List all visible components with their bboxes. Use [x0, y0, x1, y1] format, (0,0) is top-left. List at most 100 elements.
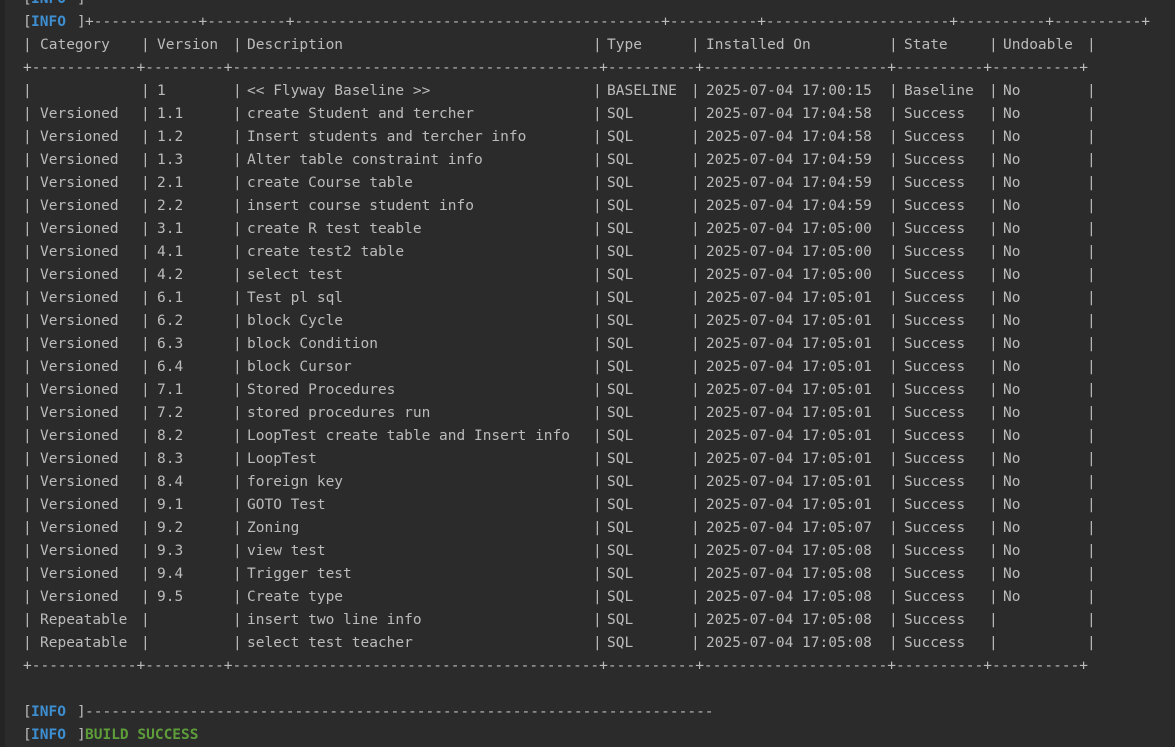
table-cell: 2025-07-04 17:05:00 [706, 267, 872, 283]
column-separator: | [989, 244, 998, 260]
column-separator: | [1087, 589, 1096, 605]
column-header: Undoable [1003, 37, 1073, 53]
table-cell: No [1003, 129, 1021, 145]
column-separator: | [691, 451, 700, 467]
table-cell: 2.2 [157, 198, 184, 214]
table-cell: Success [904, 635, 966, 651]
column-separator: | [23, 175, 32, 191]
column-separator: | [989, 635, 998, 651]
column-separator: | [233, 520, 242, 536]
table-cell: Versioned [40, 221, 119, 237]
table-cell: SQL [607, 566, 634, 582]
column-separator: | [23, 129, 32, 145]
table-cell: 1.1 [157, 106, 184, 122]
build-success-text: BUILD SUCCESS [85, 727, 199, 743]
table-cell: No [1003, 267, 1021, 283]
column-separator: | [1087, 635, 1096, 651]
column-separator: | [141, 221, 150, 237]
column-separator: | [593, 175, 602, 191]
console-output: [INFO][INFO]+------------+---------+----… [0, 0, 1175, 747]
column-separator: | [141, 566, 150, 582]
column-separator: | [1087, 336, 1096, 352]
column-separator: | [989, 612, 998, 628]
column-separator: | [1087, 566, 1096, 582]
table-cell: 8.4 [157, 474, 184, 490]
table-cell: 9.3 [157, 543, 184, 559]
column-separator: | [989, 566, 998, 582]
table-cell: 2025-07-04 17:05:08 [706, 543, 872, 559]
column-header: Type [607, 37, 642, 53]
table-cell: Versioned [40, 497, 119, 513]
table-cell: GOTO Test [247, 497, 326, 513]
column-separator: | [141, 382, 150, 398]
column-separator: | [989, 497, 998, 513]
table-cell: SQL [607, 428, 634, 444]
column-separator: | [593, 566, 602, 582]
table-cell: Stored Procedures [247, 382, 396, 398]
table-cell: No [1003, 290, 1021, 306]
table-cell: 4.2 [157, 267, 184, 283]
table-cell: No [1003, 382, 1021, 398]
table-cell: No [1003, 451, 1021, 467]
table-cell: Success [904, 405, 966, 421]
column-separator: | [233, 359, 242, 375]
column-separator: | [691, 405, 700, 421]
table-cell: 2025-07-04 17:05:00 [706, 244, 872, 260]
column-separator: | [141, 612, 150, 628]
column-separator: | [593, 290, 602, 306]
column-separator: | [23, 589, 32, 605]
table-cell: Versioned [40, 175, 119, 191]
column-separator: | [593, 589, 602, 605]
column-separator: | [1087, 612, 1096, 628]
table-cell: SQL [607, 612, 634, 628]
column-separator: | [1087, 198, 1096, 214]
column-separator: | [889, 589, 898, 605]
column-separator: | [593, 635, 602, 651]
table-cell: LoopTest create table and Insert info [247, 428, 571, 444]
column-separator: | [233, 313, 242, 329]
table-cell: 2025-07-04 17:05:08 [706, 566, 872, 582]
column-separator: | [1087, 497, 1096, 513]
column-separator: | [889, 106, 898, 122]
column-separator: | [889, 612, 898, 628]
table-cell: SQL [607, 106, 634, 122]
table-cell: No [1003, 244, 1021, 260]
table-cell: 9.4 [157, 566, 184, 582]
column-separator: | [233, 566, 242, 582]
table-cell: Success [904, 451, 966, 467]
table-cell: 2025-07-04 17:05:08 [706, 635, 872, 651]
table-cell: No [1003, 198, 1021, 214]
column-separator: | [593, 313, 602, 329]
column-separator: | [889, 497, 898, 513]
column-separator: | [233, 106, 242, 122]
column-header: Description [247, 37, 344, 53]
column-separator: | [889, 635, 898, 651]
log-tag: INFO [31, 704, 66, 720]
column-separator: | [691, 520, 700, 536]
column-separator: | [233, 290, 242, 306]
column-separator: | [593, 336, 602, 352]
column-separator: | [593, 497, 602, 513]
column-separator: | [989, 382, 998, 398]
column-separator: | [233, 175, 242, 191]
column-separator: | [593, 198, 602, 214]
column-separator: | [23, 405, 32, 421]
table-cell: SQL [607, 635, 634, 651]
column-separator: | [141, 474, 150, 490]
column-separator: | [593, 37, 602, 53]
column-separator: | [989, 175, 998, 191]
table-cell: SQL [607, 198, 634, 214]
table-cell: Versioned [40, 566, 119, 582]
column-separator: | [691, 474, 700, 490]
column-separator: | [1087, 267, 1096, 283]
column-separator: | [691, 635, 700, 651]
table-cell: 2025-07-04 17:05:01 [706, 290, 872, 306]
column-separator: | [141, 520, 150, 536]
table-cell: Versioned [40, 267, 119, 283]
column-separator: | [989, 106, 998, 122]
table-cell: Success [904, 382, 966, 398]
table-cell: SQL [607, 290, 634, 306]
column-separator: | [23, 152, 32, 168]
column-separator: | [233, 635, 242, 651]
table-cell: SQL [607, 175, 634, 191]
